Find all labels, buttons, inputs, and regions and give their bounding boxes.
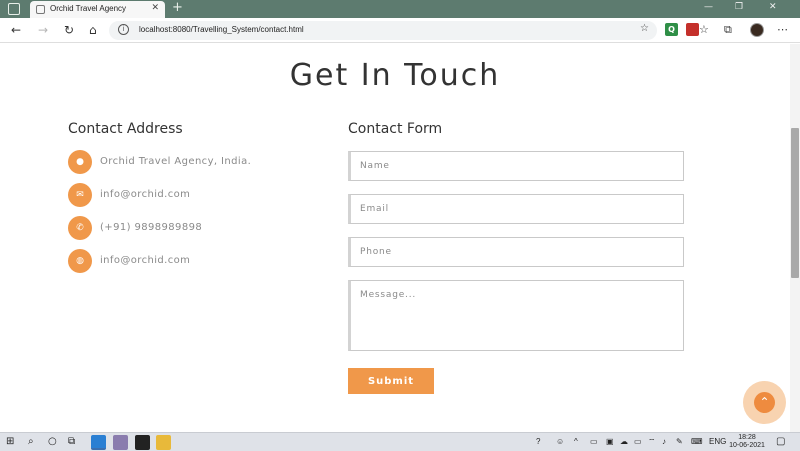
- app-icon-2[interactable]: [113, 435, 128, 450]
- globe-icon: ◍: [68, 249, 92, 273]
- site-info-icon[interactable]: i: [118, 24, 129, 35]
- address-text: Orchid Travel Agency, India.: [100, 156, 252, 167]
- notifications-icon[interactable]: ▢: [776, 436, 785, 447]
- windows-start-icon[interactable]: ⊞: [6, 436, 14, 447]
- submit-button[interactable]: Submit: [348, 368, 434, 394]
- back-arrow-icon[interactable]: ←: [11, 23, 21, 37]
- email-item: ✉ info@orchid.com: [68, 183, 328, 207]
- page-content: Get In Touch Contact Address ● Orchid Tr…: [0, 44, 790, 432]
- message-textarea[interactable]: [348, 280, 684, 351]
- keyboard-icon[interactable]: ⌨: [691, 437, 703, 446]
- contact-address-title: Contact Address: [68, 121, 183, 137]
- extension-q-icon[interactable]: Q: [665, 23, 678, 36]
- task-view-icon[interactable]: ⧉: [68, 436, 75, 447]
- favorite-star-icon[interactable]: ☆: [640, 23, 649, 34]
- chevron-up-icon: ⌃: [759, 395, 770, 409]
- address-bar[interactable]: i localhost:8080/Travelling_System/conta…: [109, 21, 657, 40]
- email-input[interactable]: [348, 194, 684, 224]
- clock-date: 10-06-2021: [729, 442, 765, 449]
- website-text: info@orchid.com: [100, 255, 191, 266]
- battery-icon: ▭: [590, 437, 598, 446]
- taskbar-clock[interactable]: 18:28 10-06-2021: [727, 434, 767, 450]
- page-favicon-icon: [36, 5, 45, 14]
- window-menu-icon[interactable]: [8, 3, 20, 15]
- volume-icon[interactable]: ♪: [662, 437, 666, 446]
- website-item: ◍ info@orchid.com: [68, 249, 328, 273]
- terminal-app-icon[interactable]: [135, 435, 150, 450]
- phone-input[interactable]: [348, 237, 684, 267]
- tab-title: Orchid Travel Agency: [50, 4, 127, 13]
- new-tab-button[interactable]: +: [172, 0, 183, 15]
- more-menu-icon[interactable]: ⋯: [777, 23, 788, 36]
- map-pin-icon: ●: [68, 150, 92, 174]
- scrollbar-thumb[interactable]: [791, 128, 799, 278]
- maximize-button[interactable]: ❐: [735, 2, 743, 12]
- phone-icon: ✆: [68, 216, 92, 240]
- refresh-icon[interactable]: ↻: [64, 23, 74, 37]
- tray-app-icon[interactable]: ▣: [606, 437, 614, 446]
- tab-close-icon[interactable]: ✕: [151, 3, 159, 13]
- close-window-button[interactable]: ✕: [769, 2, 777, 12]
- phone-text: (+91) 9898989898: [100, 222, 203, 233]
- profile-avatar[interactable]: [750, 23, 764, 37]
- envelope-icon: ✉: [68, 183, 92, 207]
- extension-red-icon[interactable]: [686, 23, 699, 36]
- page-title: Get In Touch: [289, 58, 501, 93]
- cortana-icon[interactable]: ○: [48, 436, 57, 447]
- address-toolbar: ← → ↻ ⌂ i localhost:8080/Travelling_Syst…: [0, 18, 800, 43]
- forward-arrow-icon[interactable]: →: [38, 23, 48, 37]
- clock-time: 18:28: [738, 434, 756, 441]
- url-text[interactable]: localhost:8080/Travelling_System/contact…: [139, 25, 304, 34]
- contact-form-title: Contact Form: [348, 121, 443, 137]
- tab-bar: Orchid Travel Agency ✕ + — ❐ ✕: [0, 0, 800, 18]
- search-icon[interactable]: ⌕: [28, 436, 34, 447]
- edge-app-icon[interactable]: [91, 435, 106, 450]
- favorites-icon[interactable]: ☆: [699, 23, 709, 36]
- windows-taskbar: ⊞ ⌕ ○ ⧉ ? ☺ ^ ▭ ▣ ☁ ▭ ⌔ ♪ ✎ ⌨ ENG 18:28 …: [0, 432, 800, 451]
- collections-icon[interactable]: ⧉: [724, 23, 732, 37]
- wifi-icon[interactable]: ⌔: [648, 437, 656, 447]
- people-icon[interactable]: ☺: [556, 437, 564, 446]
- page-scrollbar[interactable]: [790, 44, 800, 432]
- minimize-button[interactable]: —: [704, 2, 713, 12]
- back-to-top-button[interactable]: ⌃: [754, 392, 775, 413]
- cloud-icon[interactable]: ☁: [620, 437, 628, 446]
- name-input[interactable]: [348, 151, 684, 181]
- email-text: info@orchid.com: [100, 189, 191, 200]
- chevron-up-tray-icon[interactable]: ^: [574, 437, 578, 446]
- file-explorer-icon[interactable]: [156, 435, 171, 450]
- tab-orchid-travel-agency[interactable]: Orchid Travel Agency ✕: [30, 1, 165, 18]
- display-icon[interactable]: ▭: [634, 437, 642, 446]
- pen-icon[interactable]: ✎: [676, 437, 683, 446]
- language-indicator[interactable]: ENG: [709, 437, 726, 446]
- address-item: ● Orchid Travel Agency, India.: [68, 150, 328, 174]
- phone-item: ✆ (+91) 9898989898: [68, 216, 328, 240]
- help-icon[interactable]: ?: [536, 437, 540, 446]
- home-icon[interactable]: ⌂: [89, 23, 97, 37]
- browser-window: Orchid Travel Agency ✕ + — ❐ ✕ ← → ↻ ⌂ i…: [0, 0, 800, 451]
